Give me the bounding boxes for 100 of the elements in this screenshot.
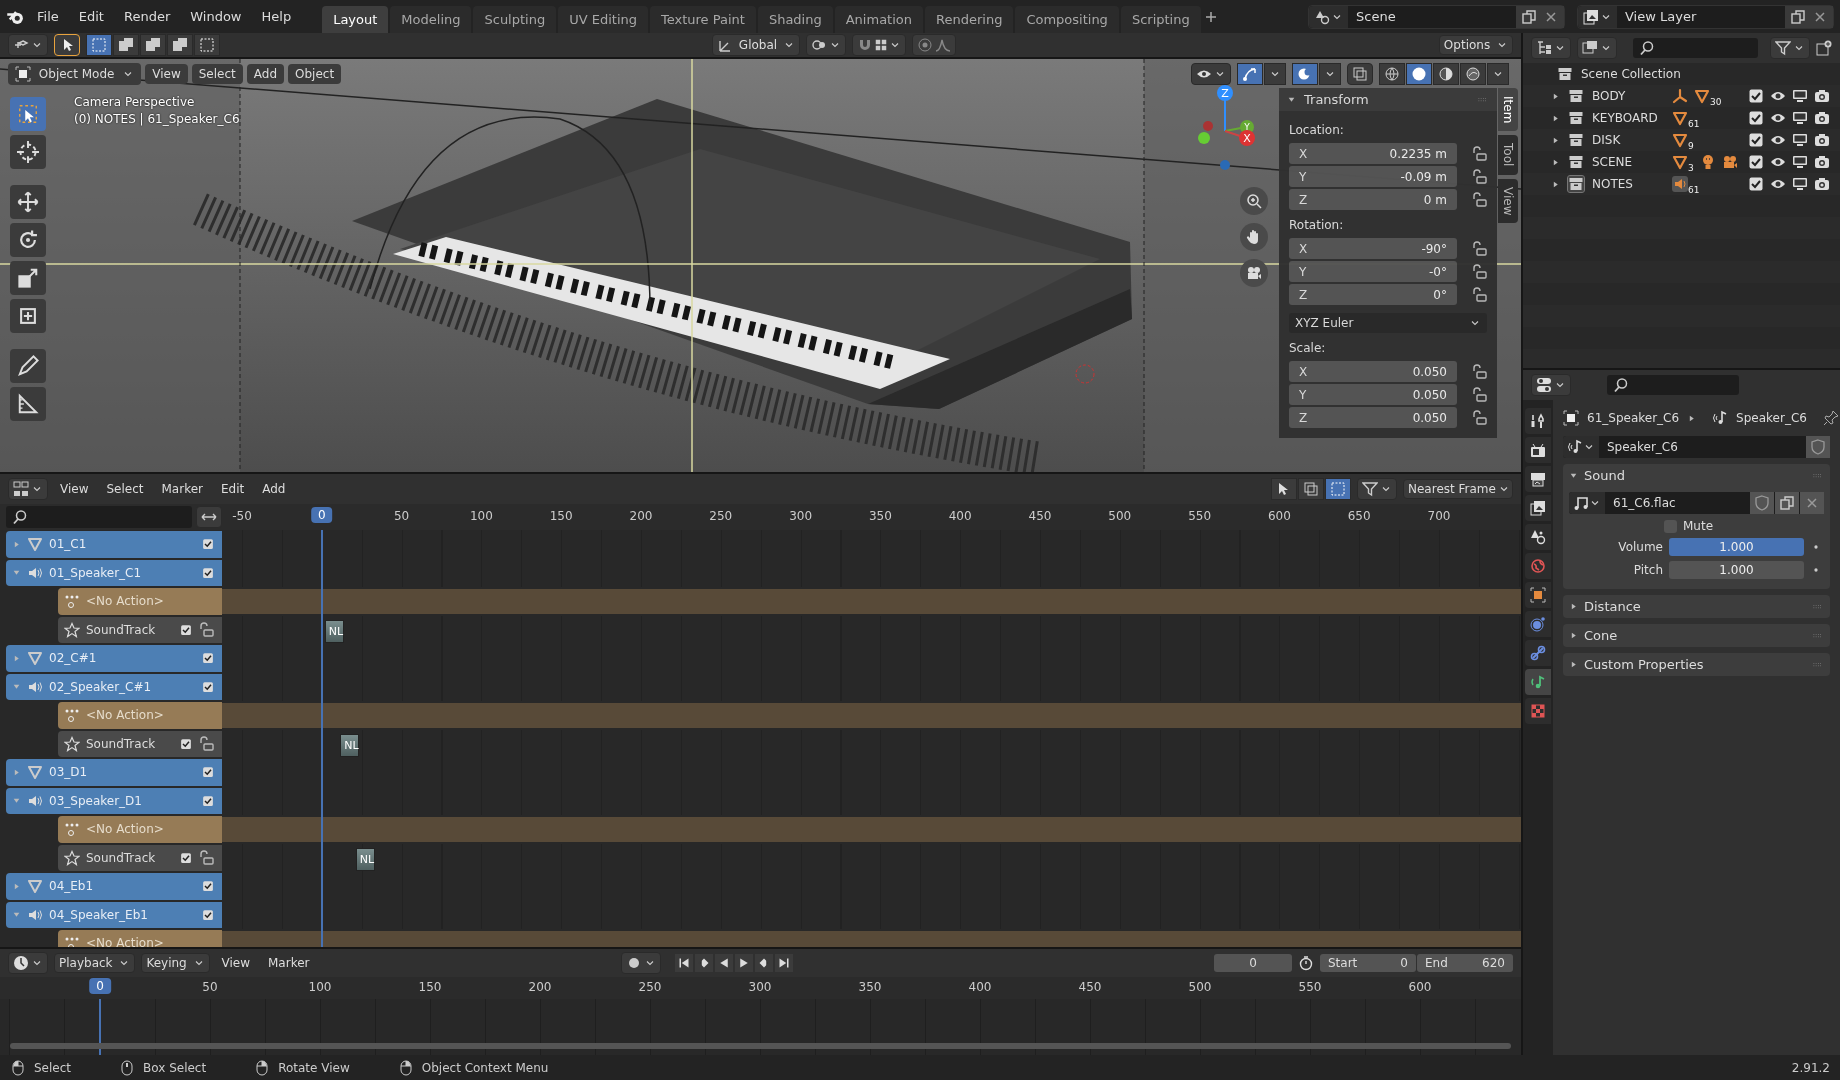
number-field[interactable]: Z 0 m [1289,189,1457,210]
collection-name[interactable]: Scene Collection [1581,67,1681,81]
channel-row[interactable]: SoundTrack [58,616,222,643]
start-field[interactable]: Start 0 [1320,954,1416,972]
sound-strip[interactable]: NL [355,847,375,871]
workspace-tab[interactable]: Scripting [1120,6,1201,33]
number-field[interactable]: Z 0° [1289,284,1457,305]
rotation-mode-dropdown[interactable]: XYZ Euler [1289,313,1487,333]
channel-row[interactable]: 03_D1 [6,759,222,786]
workspace-tab[interactable]: Animation [834,6,923,33]
frame-tick: 150 [549,509,573,523]
channel-name: 02_Speaker_C#1 [49,679,153,694]
panel-title[interactable]: Sound [1584,468,1806,483]
collection-name[interactable]: NOTES [1592,177,1664,191]
channel-row[interactable]: 02_C#1 [6,645,222,672]
menu-item[interactable]: Marker [155,478,209,500]
channel-name: 03_Speaker_D1 [49,793,143,808]
channel-name: 01_Speaker_C1 [49,565,143,580]
menu-item[interactable]: Render [114,5,180,28]
workspace-tab[interactable]: Shading [757,6,833,33]
channel-row[interactable]: SoundTrack [58,730,222,757]
number-field[interactable]: Y -0.09 m [1289,166,1457,187]
number-field[interactable]: Y 0.050 [1289,384,1457,405]
workspace-tab[interactable]: Layout [322,6,389,33]
channel-name: 04_Speaker_Eb1 [49,907,149,922]
menu-item[interactable]: Help [252,5,301,28]
collection-name[interactable]: SCENE [1592,155,1664,169]
sound-file-field[interactable]: 61_C6.flac [1569,492,1824,514]
menu-item[interactable]: View [54,478,95,500]
menu-item[interactable]: View [215,952,256,974]
frame-tick: 400 [968,980,992,994]
frame-tick: 450 [1028,509,1052,523]
workspace-tab[interactable]: Texture Paint [650,6,756,33]
camera-label: Camera Perspective [74,95,196,109]
field-label: Scale: [1289,341,1327,355]
number-field[interactable]: 1.000 [1669,538,1804,556]
workspace-tab[interactable]: Sculpting [473,6,557,33]
menu-item[interactable]: Edit [69,5,113,28]
status-hint: Object Context Menu [421,1060,549,1075]
menu-button[interactable]: View [145,64,188,84]
menu-button[interactable]: Add [246,64,284,84]
menu-item[interactable]: Window [181,5,251,28]
sidebar-tab[interactable]: View [1498,178,1518,224]
frame-tick: 100 [469,509,493,523]
frame-tick: 350 [858,980,882,994]
snap-dropdown[interactable]: Nearest Frame [1403,479,1513,499]
menu-dropdown[interactable]: Playback [54,953,136,973]
options-dropdown[interactable]: Options [1438,35,1513,55]
datablock-field[interactable]: Speaker_C6 [1563,436,1830,458]
workspace-tab[interactable]: Rendering [925,6,1014,33]
number-field[interactable]: X 0.050 [1289,361,1457,382]
collection-name[interactable]: DISK [1592,133,1664,147]
menu-item[interactable]: Select [100,478,150,500]
field-label: Rotation: [1289,218,1345,232]
frame-tick: 50 [202,980,218,994]
sound-strip[interactable]: NL [324,619,344,643]
frame-field[interactable]: 0 [1214,954,1292,972]
current-frame-badge[interactable]: 0 [89,978,111,994]
channel-row[interactable]: 02_Speaker_C#1 [6,673,222,700]
mode-dropdown[interactable]: Object Mode [8,63,142,85]
channel-row[interactable]: 03_Speaker_D1 [6,787,222,814]
channel-row[interactable]: 01_Speaker_C1 [6,559,222,586]
channel-row[interactable]: 04_Eb1 [6,873,222,900]
frame-tick: 550 [1298,980,1322,994]
workspace-tab[interactable]: UV Editing [558,6,648,33]
menu-button[interactable]: Object [288,64,342,84]
collection-name[interactable]: KEYBOARD [1592,111,1664,125]
channel-row[interactable]: 01_C1 [6,531,222,558]
end-field[interactable]: End 620 [1417,954,1513,972]
collection-name[interactable]: BODY [1592,89,1664,103]
orientation-dropdown[interactable]: Global [712,34,800,56]
workspace-tab[interactable]: Modeling [390,6,472,33]
channel-name: SoundTrack [86,736,157,751]
number-field[interactable]: Y -0° [1289,261,1457,282]
sidebar-tab[interactable]: Tool [1498,135,1518,175]
number-field[interactable]: Z 0.050 [1289,407,1457,428]
channel-name: 03_D1 [49,765,89,780]
number-field[interactable]: 1.000 [1669,561,1804,579]
menu-item[interactable]: Marker [262,952,316,974]
channel-name: SoundTrack [86,850,157,865]
menu-item[interactable]: File [28,5,68,28]
channel-name: <No Action> [86,936,165,947]
breadcrumb-data: Speaker_C6 [1736,411,1807,425]
frame-tick: 500 [1188,980,1212,994]
workspace-tab[interactable]: Compositing [1015,6,1119,33]
menu-item[interactable]: Add [256,478,292,500]
channel-row[interactable]: SoundTrack [58,844,222,871]
current-frame-badge[interactable]: 0 [311,507,333,523]
channel-name: SoundTrack [86,622,157,637]
menu-dropdown[interactable]: Keying [141,953,210,973]
number-field[interactable]: X 0.2235 m [1289,143,1457,164]
sidebar-tab[interactable]: Item [1498,88,1518,132]
frame-tick: 150 [418,980,442,994]
frame-tick: 350 [868,509,892,523]
number-field[interactable]: X -90° [1289,238,1457,259]
status-hint: Rotate View [278,1060,350,1075]
frame-tick: 100 [308,980,332,994]
menu-item[interactable]: Edit [215,478,251,500]
menu-button[interactable]: Select [191,64,243,84]
channel-row[interactable]: 04_Speaker_Eb1 [6,901,222,928]
